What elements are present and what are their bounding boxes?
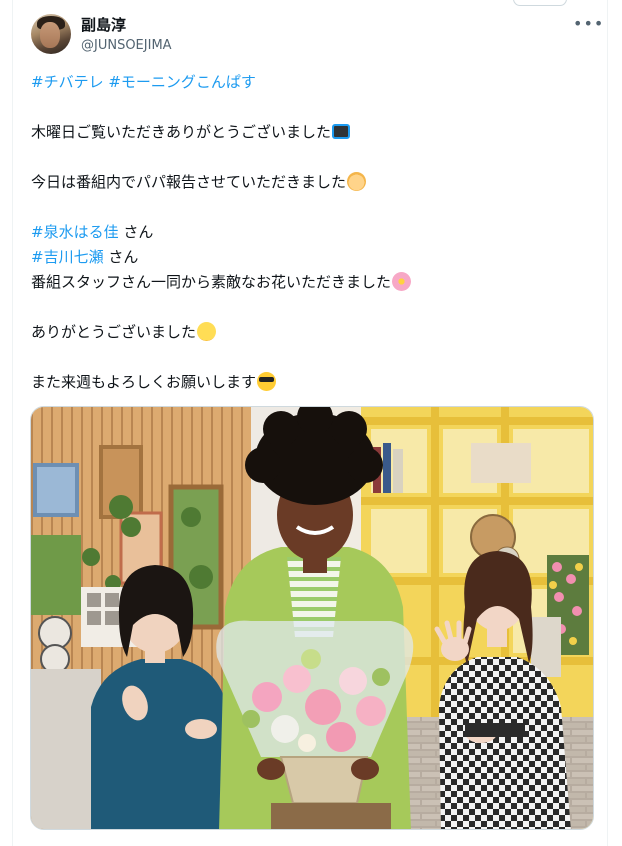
- more-options-icon[interactable]: •••: [573, 16, 603, 36]
- text-line-5: また来週もよろしくお願いします: [31, 370, 591, 395]
- text-flowers-from-staff: 番組スタッフさん一同から素敵なお花いただきました: [31, 273, 392, 291]
- mention-line-2: #吉川七瀬 さん: [31, 245, 591, 270]
- smiling-face-emoji-icon: [197, 322, 217, 341]
- mention-suffix-2: さん: [103, 248, 139, 266]
- author-avatar[interactable]: [31, 14, 71, 54]
- text-line-3: 番組スタッフさん一同から素敵なお花いただきました: [31, 270, 591, 295]
- tweet-text: #チバテレ #モーニングこんぱす 木曜日ご覧いただきありがとうございました 今日…: [31, 70, 591, 395]
- hashtag-morning-compass[interactable]: #モーニングこんぱす: [108, 73, 256, 91]
- text-line-1: 木曜日ご覧いただきありがとうございました: [31, 120, 591, 145]
- television-emoji-icon: [332, 124, 351, 139]
- hashtag-chibatele[interactable]: #チバテレ: [31, 73, 104, 91]
- author-handle[interactable]: @JUNSOEJIMA: [81, 37, 172, 55]
- photo-illustration: [31, 407, 593, 829]
- author-display-name[interactable]: 副島淳: [81, 15, 126, 35]
- mention-line-1: #泉水はる佳 さん: [31, 220, 591, 245]
- text-thank-you: ありがとうございました: [31, 323, 197, 341]
- avatar-face: [40, 22, 60, 48]
- hashtag-izumi-haruka[interactable]: #泉水はる佳: [31, 223, 119, 241]
- attached-photo[interactable]: [30, 406, 594, 830]
- text-see-you-next-week: また来週もよろしくお願いします: [31, 373, 257, 391]
- hashtag-yoshikawa-nanase[interactable]: #吉川七瀬: [31, 248, 104, 266]
- text-line-4: ありがとうございました: [31, 320, 591, 345]
- tweet-card[interactable]: 副島淳 @JUNSOEJIMA ••• #チバテレ #モーニングこんぱす 木曜日…: [12, 0, 608, 846]
- baby-emoji-icon: [347, 172, 367, 191]
- cherry-blossom-emoji-icon: [392, 272, 412, 291]
- mention-suffix-1: さん: [118, 223, 154, 241]
- previous-item-edge: [513, 0, 567, 6]
- text-thanks-thursday: 木曜日ご覧いただきありがとうございました: [31, 123, 332, 141]
- sunglasses-emoji-icon: [257, 372, 277, 391]
- text-papa-report: 今日は番組内でパパ報告させていただきました: [31, 173, 347, 191]
- text-line-2: 今日は番組内でパパ報告させていただきました: [31, 170, 591, 195]
- hashtag-line: #チバテレ #モーニングこんぱす: [31, 70, 591, 95]
